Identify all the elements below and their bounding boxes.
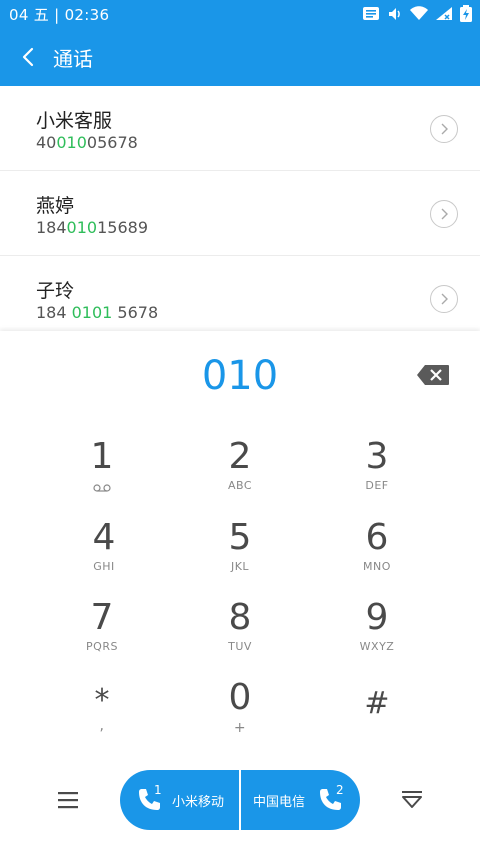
key-6[interactable]: 6 MNO bbox=[322, 518, 432, 594]
key-star[interactable]: * , bbox=[47, 686, 157, 762]
key-4[interactable]: 4 GHI bbox=[49, 518, 159, 594]
status-datetime: 04 五 | 02:36 bbox=[9, 6, 110, 24]
key-2[interactable]: 2 ABC bbox=[185, 437, 295, 513]
key-8[interactable]: 8 TUV bbox=[185, 598, 295, 674]
key-3[interactable]: 3 DEF bbox=[322, 437, 432, 513]
status-bar: 04 五 | 02:36 bbox=[0, 0, 480, 28]
dialed-number: 010 bbox=[201, 353, 279, 399]
number-match: 010 bbox=[56, 133, 87, 152]
page-title: 通话 bbox=[53, 47, 93, 71]
contact-name: 小米客服 bbox=[36, 110, 113, 132]
signal-icon bbox=[436, 7, 452, 20]
chevron-right-icon[interactable] bbox=[430, 115, 458, 143]
call-sim1-button[interactable]: 1 小米移动 bbox=[120, 770, 240, 830]
number-match: 0101 bbox=[71, 303, 113, 322]
key-1[interactable]: 1 bbox=[47, 437, 157, 513]
key-hash[interactable]: # bbox=[322, 684, 432, 760]
menu-icon[interactable] bbox=[56, 790, 80, 810]
battery-icon bbox=[460, 5, 472, 22]
status-time: 02:36 bbox=[64, 6, 110, 24]
dual-sim-call-button: 1 小米移动 中国电信 2 bbox=[120, 770, 360, 830]
contact-number: 4001005678 bbox=[36, 133, 138, 152]
message-icon bbox=[363, 6, 379, 20]
app-bar: 通话 bbox=[0, 28, 480, 86]
key-9[interactable]: 9 WXYZ bbox=[322, 598, 432, 674]
contact-name: 燕婷 bbox=[36, 195, 75, 217]
key-0[interactable]: 0 + bbox=[185, 678, 295, 754]
status-weekday: 五 bbox=[33, 6, 50, 24]
volume-icon bbox=[389, 7, 400, 20]
list-item[interactable]: 小米客服 4001005678 bbox=[0, 86, 480, 171]
contact-number: 184 0101 5678 bbox=[36, 303, 159, 322]
key-7[interactable]: 7 PQRS bbox=[47, 598, 157, 674]
wifi-icon bbox=[410, 6, 428, 20]
backspace-icon[interactable] bbox=[416, 364, 450, 386]
list-item[interactable]: 子玲 184 0101 5678 bbox=[0, 256, 480, 340]
status-icons bbox=[362, 5, 472, 22]
chevron-right-icon[interactable] bbox=[430, 285, 458, 313]
list-item[interactable]: 燕婷 18401015689 bbox=[0, 171, 480, 256]
contact-number: 18401015689 bbox=[36, 218, 148, 237]
key-5[interactable]: 5 JKL bbox=[185, 518, 295, 594]
contact-results-list: 小米客服 4001005678 燕婷 18401015689 子玲 184 01… bbox=[0, 86, 480, 340]
chevron-right-icon[interactable] bbox=[430, 200, 458, 228]
status-date: 04 bbox=[9, 6, 29, 24]
contact-name: 子玲 bbox=[36, 280, 75, 302]
back-icon[interactable] bbox=[16, 43, 42, 71]
collapse-icon[interactable] bbox=[400, 788, 424, 812]
number-match: 010 bbox=[66, 218, 98, 237]
voicemail-icon bbox=[93, 484, 111, 492]
dialer-bottom-bar: 1 小米移动 中国电信 2 bbox=[0, 766, 480, 836]
call-sim2-button[interactable]: 中国电信 2 bbox=[240, 770, 360, 830]
